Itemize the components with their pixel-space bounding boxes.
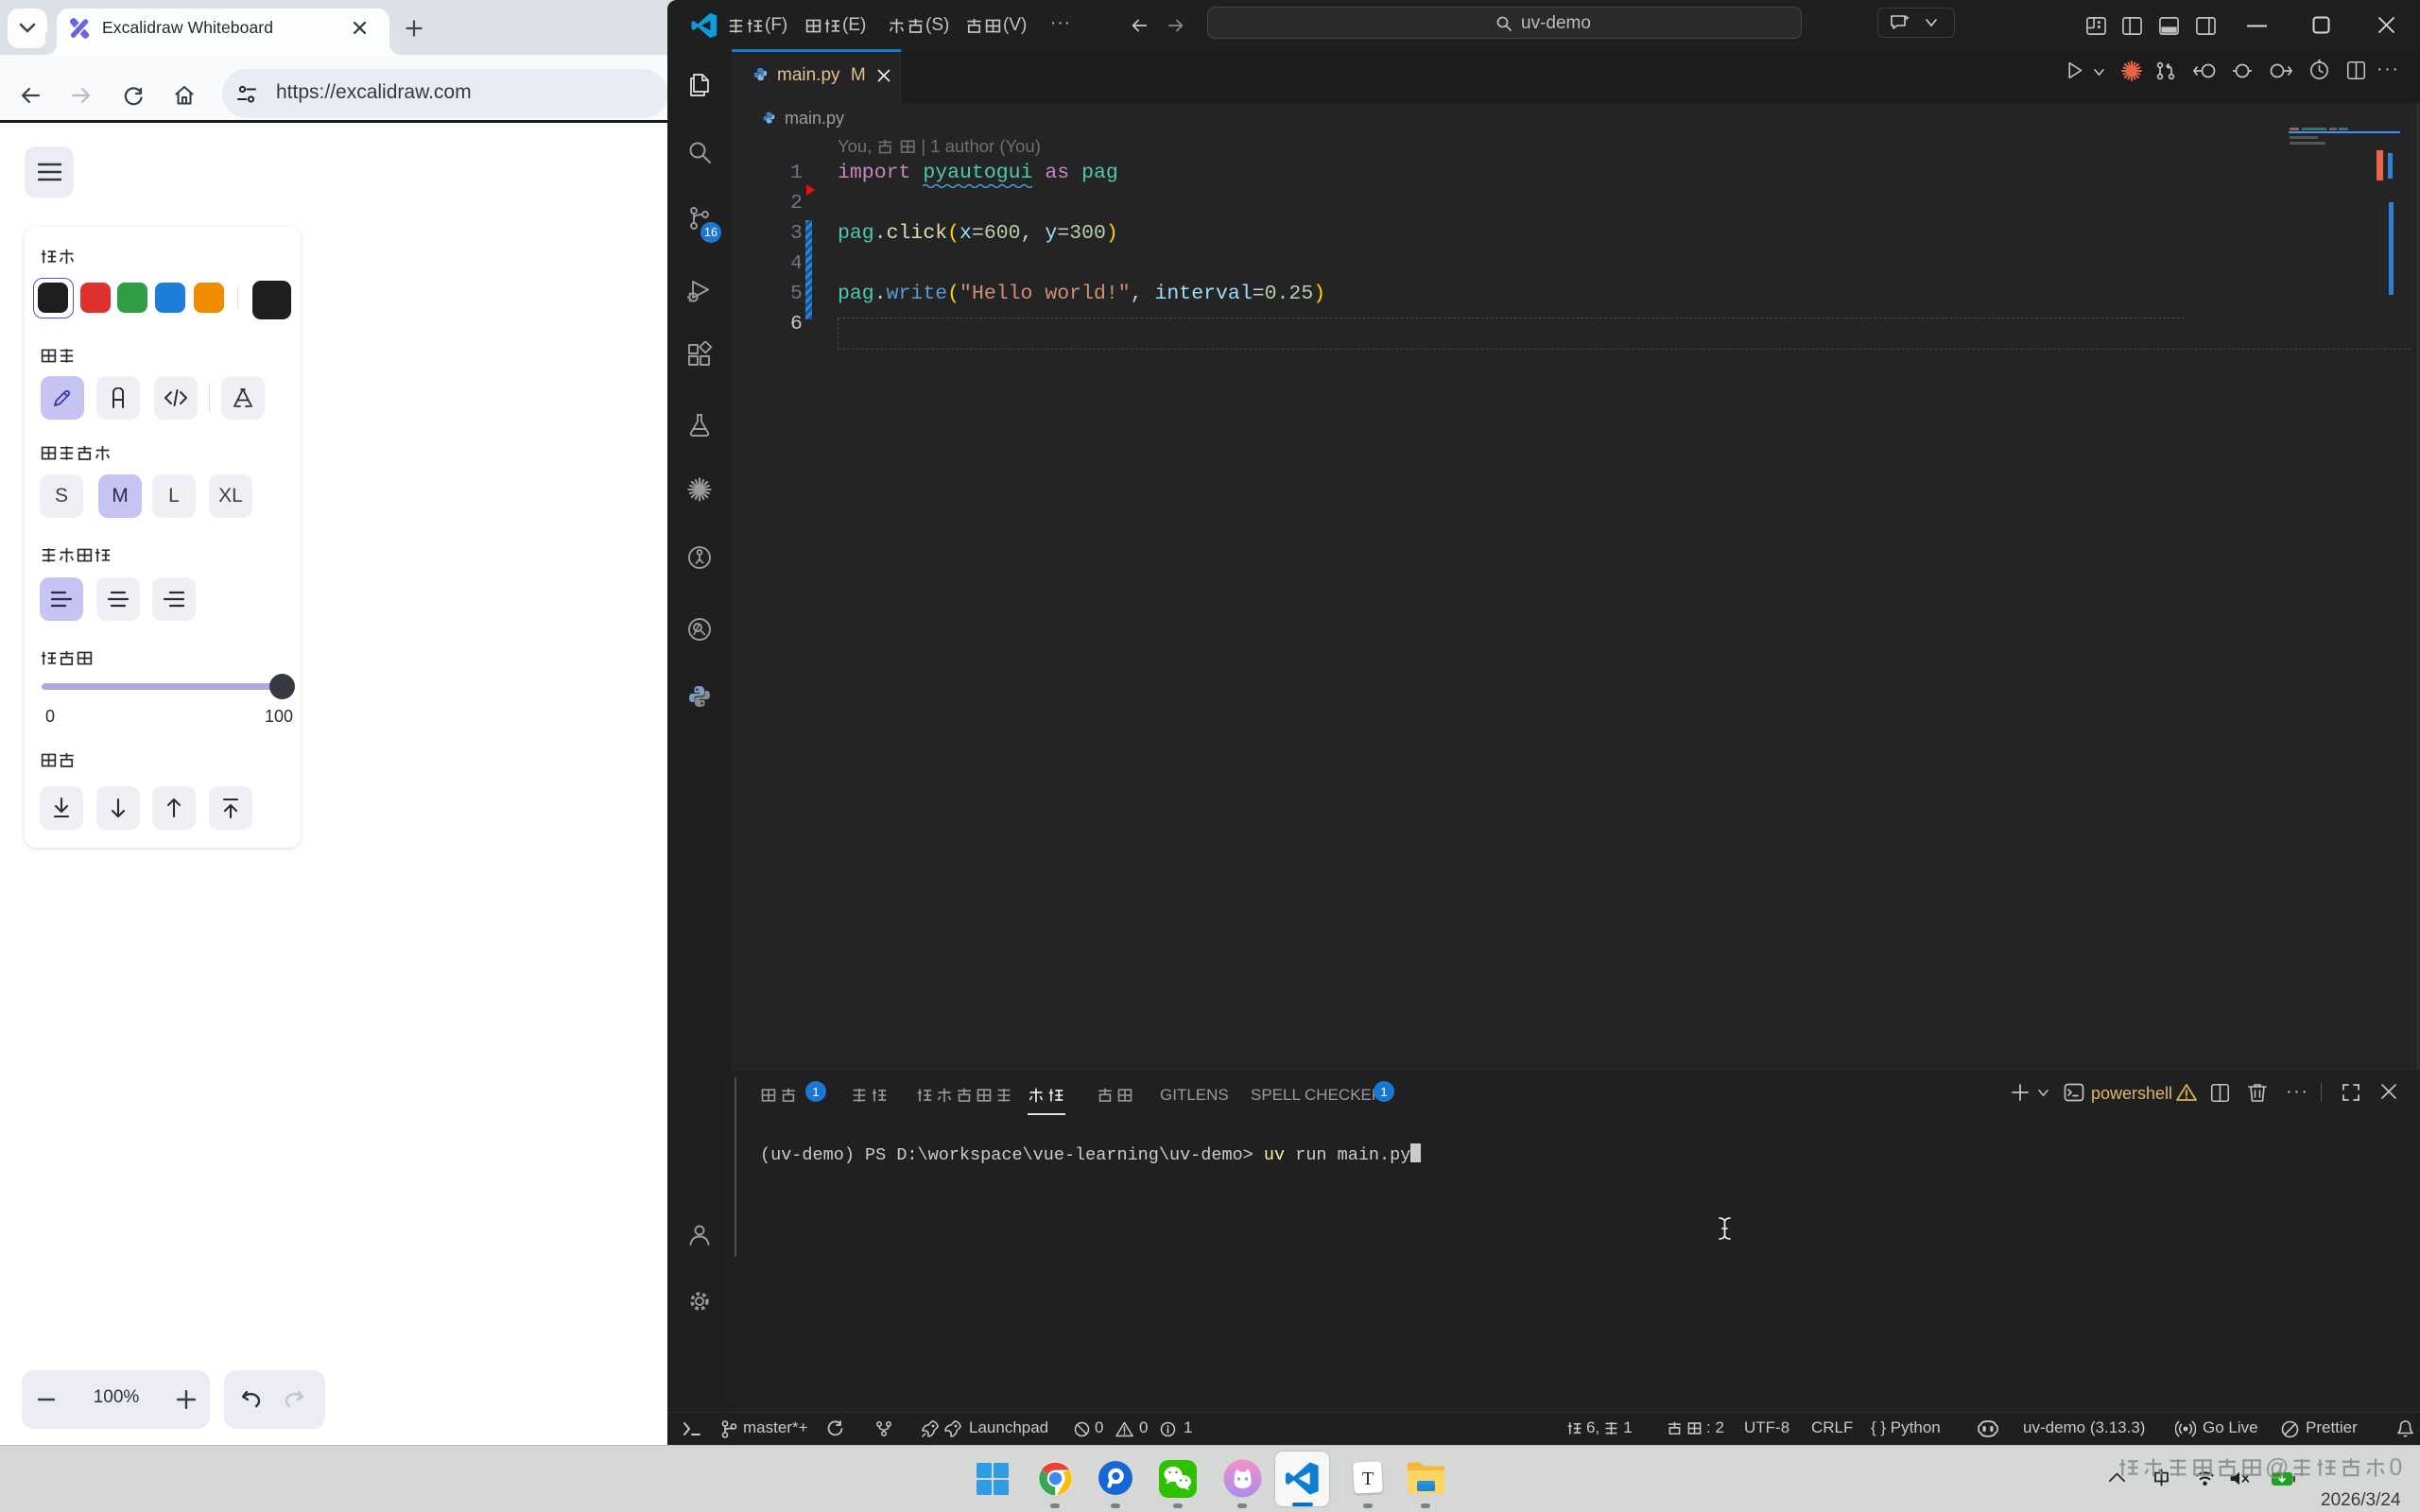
svg-text:T: T <box>1362 1469 1374 1489</box>
